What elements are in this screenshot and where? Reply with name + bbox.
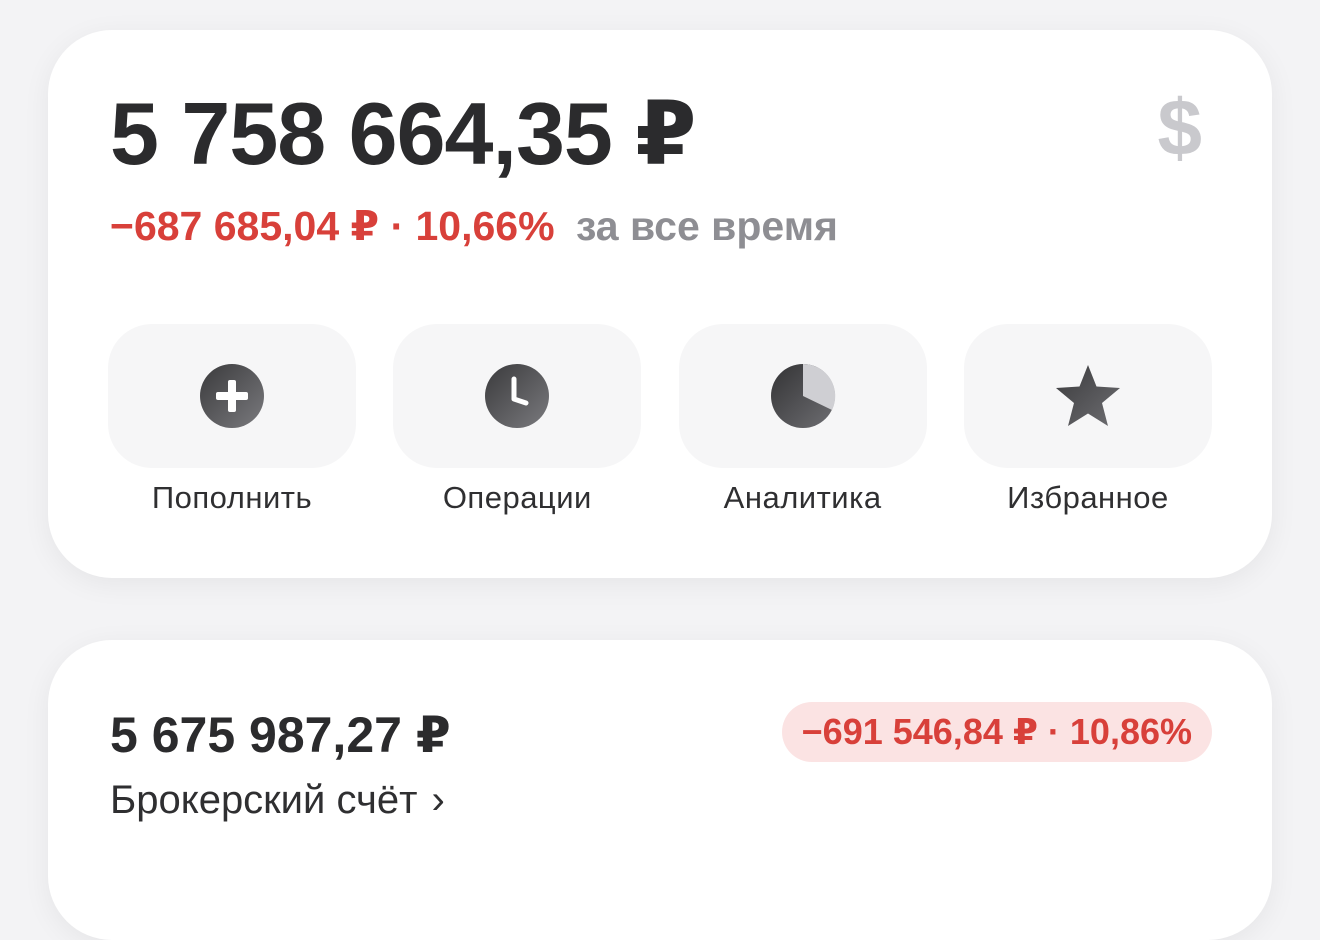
favorites-tile[interactable] <box>963 324 1212 468</box>
portfolio-change-row: −687 685,04 ₽ · 10,66% за все время <box>110 202 838 250</box>
account-name: Брокерский счёт <box>110 778 418 822</box>
top-up-label: Пополнить <box>151 480 313 515</box>
portfolio-total-value: 5 758 664,35 ₽ <box>110 84 696 183</box>
favorites-label: Избранное <box>1007 480 1169 515</box>
portfolio-summary-card: 5 758 664,35 ₽ $ −687 685,04 ₽ · 10,66% … <box>48 30 1272 578</box>
brokerage-account-card[interactable]: 5 675 987,27 ₽ Брокерский счёт › −691 546… <box>48 640 1272 940</box>
operations-label: Операции <box>442 480 592 515</box>
quick-actions: Пополнить Операции Аналитика Избранное <box>108 324 1212 516</box>
portfolio-change-period: за все время <box>575 203 838 249</box>
top-up-tile[interactable] <box>108 324 356 468</box>
operations-tile[interactable] <box>393 324 642 468</box>
account-change-badge: −691 546,84 ₽ · 10,86% <box>781 702 1212 762</box>
account-name-link[interactable]: Брокерский счёт › <box>110 778 445 823</box>
favorites-button[interactable]: Избранное <box>963 324 1212 516</box>
account-amount: 5 675 987,27 ₽ <box>110 707 451 763</box>
star-icon <box>1054 363 1122 429</box>
clock-icon <box>484 363 550 429</box>
chevron-right-icon: › <box>431 778 445 822</box>
top-up-button[interactable]: Пополнить <box>108 324 356 516</box>
portfolio-change-value: −687 685,04 ₽ · 10,66% <box>110 203 555 249</box>
pie-chart-icon <box>770 363 836 429</box>
analytics-tile[interactable] <box>678 324 927 468</box>
operations-button[interactable]: Операции <box>393 324 642 516</box>
analytics-button[interactable]: Аналитика <box>678 324 927 516</box>
plus-circle-icon <box>199 363 265 429</box>
currency-switch-button[interactable]: $ <box>1158 82 1203 174</box>
analytics-label: Аналитика <box>723 480 882 515</box>
